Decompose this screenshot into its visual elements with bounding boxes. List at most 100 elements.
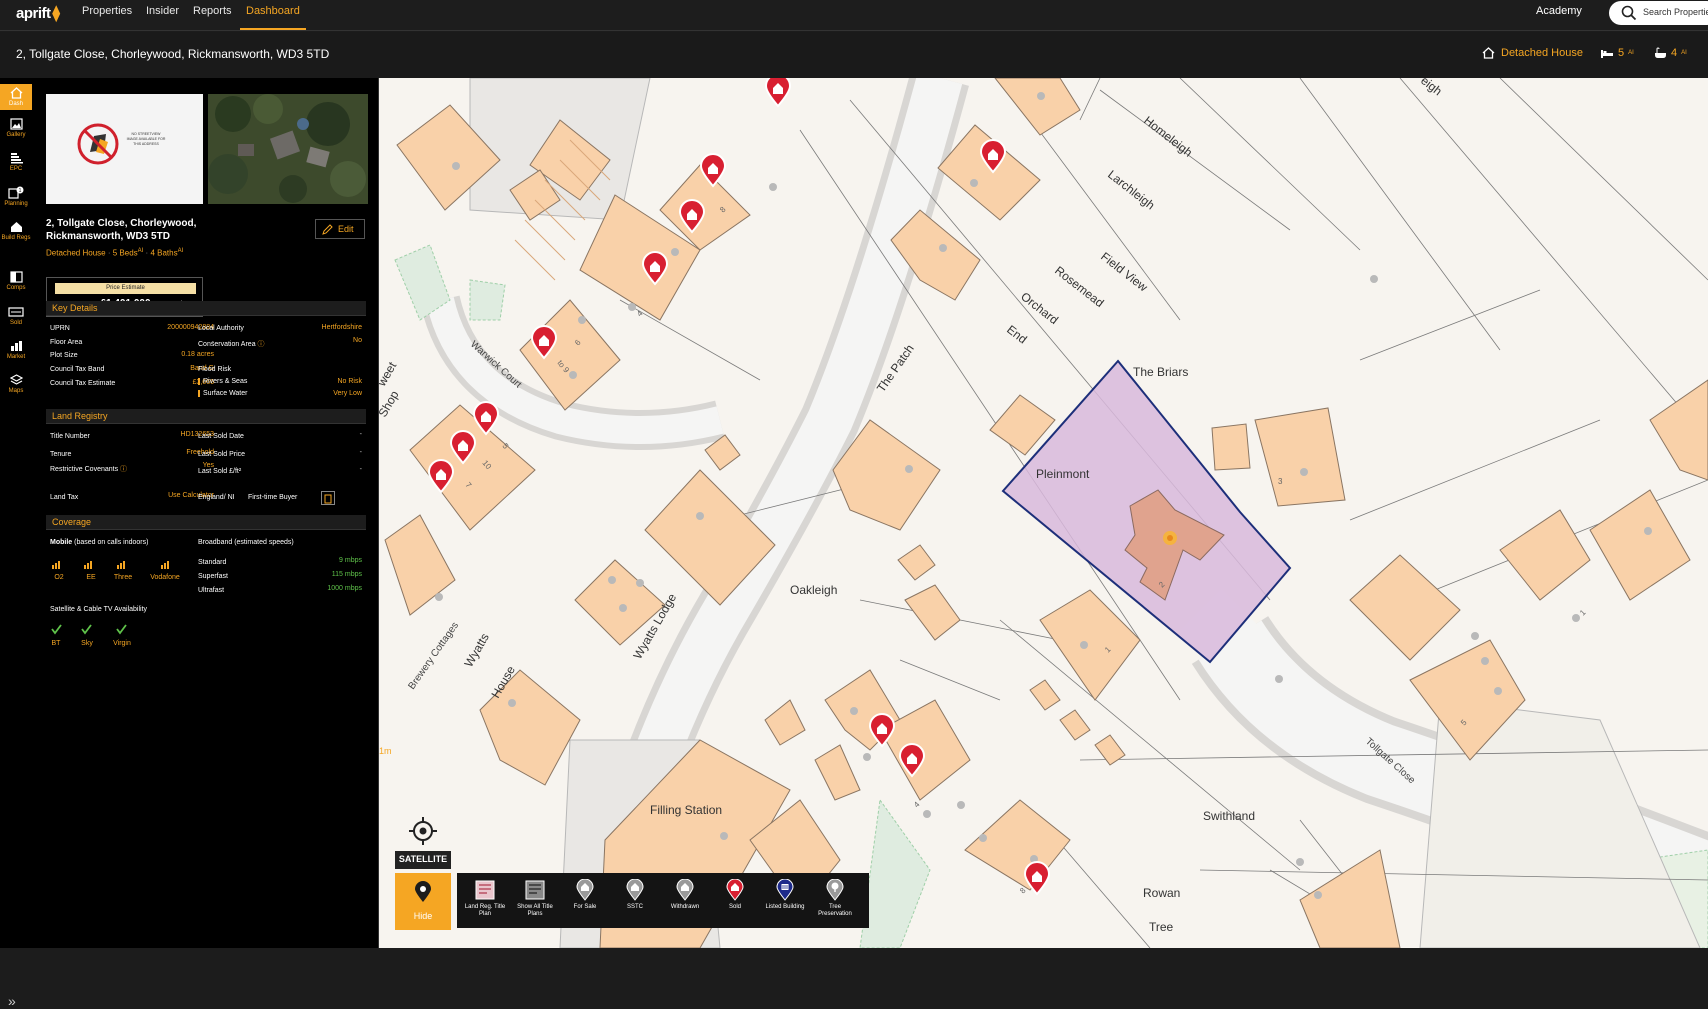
- network-ee: EE: [86, 574, 96, 581]
- planning-icon: 1: [8, 186, 24, 199]
- restrictive-covenants-label: Restrictive Covenants ⓘ: [50, 466, 128, 473]
- hide-layers-button[interactable]: Hide: [395, 873, 451, 930]
- signal-icon-vodafone: [161, 561, 169, 569]
- satellite-toggle-button[interactable]: SATELLITE: [395, 851, 451, 869]
- layer-sstc[interactable]: SSTC: [613, 879, 657, 911]
- property-title: 2, Tollgate Close, Chorleywood, Rickmans…: [46, 218, 197, 242]
- check-icon-bt: [51, 624, 62, 635]
- broadband-ultrafast-value: 1000 mbps: [327, 585, 362, 592]
- layer-tree-preservation[interactable]: Tree Preservation: [813, 879, 857, 918]
- nav-dashboard[interactable]: Dashboard: [246, 5, 300, 17]
- layer-land-reg-title-plan[interactable]: Land Reg. Title Plan: [463, 879, 507, 918]
- sidebar-item-epc[interactable]: EPC: [0, 152, 32, 172]
- check-icon-sky: [81, 624, 92, 635]
- beds-badge: 5 AI: [1600, 47, 1634, 59]
- sidebar-item-dash[interactable]: Dash: [0, 84, 32, 110]
- withdrawn-pin-icon: [676, 879, 694, 901]
- placeholder-text: NO STREETVIEW IMAGE AVAILABLE FOR THIS A…: [126, 132, 166, 146]
- layers-icon: [9, 374, 23, 385]
- broadband-superfast-label: Superfast: [198, 573, 228, 580]
- icon-sidebar: Dash Gallery EPC 1 Planning Build Regs C…: [0, 78, 32, 1009]
- layer-show-all-title-plans[interactable]: Show All Title Plans: [513, 879, 557, 918]
- last-sold-price-label: Last Sold Price: [198, 451, 246, 458]
- uprn-label: UPRN: [50, 325, 70, 332]
- label-swithland: Swithland: [1203, 809, 1255, 823]
- scale-label: 1m: [379, 746, 392, 756]
- plot-size-label: Plot Size: [50, 352, 78, 359]
- council-tax-band-label: Council Tax Band: [50, 366, 105, 373]
- calculator-icon: [324, 494, 332, 504]
- house-icon: [1482, 47, 1495, 59]
- search-placeholder: Search Properties: [1643, 7, 1708, 17]
- nav-active-underline: [240, 28, 306, 30]
- tv-checks: [51, 624, 127, 635]
- edit-button[interactable]: Edit: [315, 219, 365, 239]
- no-streetview-icon: [77, 123, 119, 165]
- layer-toolbar: Land Reg. Title Plan Show All Title Plan…: [457, 873, 869, 928]
- first-time-buyer-checkbox[interactable]: [321, 491, 335, 505]
- sold-icon: [8, 307, 24, 317]
- signal-icon-three: [117, 561, 125, 569]
- nav-insider[interactable]: Insider: [146, 5, 179, 17]
- tree-pin-icon: [826, 879, 844, 901]
- expand-sidebar-icon[interactable]: »: [8, 993, 16, 1009]
- last-sold-per-sqft-label: Last Sold £/ft²: [198, 468, 242, 475]
- last-sold-date-label: Last Sold Date: [198, 433, 244, 440]
- sidebar-item-maps[interactable]: Maps: [0, 374, 32, 394]
- rivers-seas-value: No Risk: [337, 378, 362, 385]
- map-pin-icon: [415, 881, 431, 902]
- layer-withdrawn[interactable]: Withdrawn: [663, 879, 707, 911]
- sidebar-item-comps[interactable]: Comps: [0, 271, 32, 291]
- key-details-heading: Key Details: [46, 301, 366, 316]
- satellite-image: [208, 94, 368, 204]
- network-three: Three: [113, 574, 133, 581]
- search-input[interactable]: Search Properties: [1609, 1, 1708, 25]
- satellite-thumbnail[interactable]: [208, 94, 368, 204]
- network-o2: O2: [54, 574, 64, 581]
- local-authority-value: Hertfordshire: [321, 324, 362, 331]
- layer-sold[interactable]: Sold: [713, 879, 757, 911]
- layer-for-sale[interactable]: For Sale: [563, 879, 607, 911]
- academy-link[interactable]: Academy: [1536, 5, 1582, 17]
- sstc-pin-icon: [626, 879, 644, 901]
- sidebar-item-market[interactable]: Market: [0, 340, 32, 360]
- search-icon: [1621, 5, 1637, 21]
- home-icon: [10, 87, 22, 99]
- label-rowan: Rowan: [1143, 886, 1180, 900]
- nav-properties[interactable]: Properties: [82, 5, 132, 17]
- all-title-plans-icon: [525, 880, 545, 900]
- tv-bt: BT: [51, 640, 61, 647]
- tv-availability-label: Satellite & Cable TV Availability: [50, 606, 148, 613]
- address-bar: 2, Tollgate Close, Chorleywood, Rickmans…: [0, 32, 1708, 78]
- nav-reports[interactable]: Reports: [193, 5, 232, 17]
- streetview-placeholder[interactable]: NO STREETVIEW IMAGE AVAILABLE FOR THIS A…: [46, 94, 203, 204]
- map-canvas[interactable]: The Briars Pleinmont Oakleigh Filling St…: [379, 78, 1708, 948]
- logo[interactable]: aprift ⧫: [16, 4, 60, 22]
- land-tax-label: Land Tax: [50, 494, 79, 501]
- signal-icon-ee: [84, 561, 92, 569]
- signal-icon-o2: [52, 561, 60, 569]
- layer-listed-building[interactable]: Listed Building: [763, 879, 807, 911]
- sidebar-item-gallery[interactable]: Gallery: [0, 118, 32, 138]
- bath-icon: [1655, 47, 1666, 58]
- map-view[interactable]: The Briars Pleinmont Oakleigh Filling St…: [379, 78, 1708, 948]
- sidebar-item-build-regs[interactable]: Build Regs: [0, 221, 32, 242]
- address-title: 2, Tollgate Close, Chorleywood, Rickmans…: [16, 47, 330, 61]
- info-icon: ⓘ: [257, 341, 265, 348]
- tv-sky: Sky: [81, 640, 93, 647]
- conservation-area-value: No: [353, 337, 362, 344]
- floor-area-label: Floor Area: [50, 339, 83, 346]
- first-time-buyer-label: First-time Buyer: [248, 494, 298, 501]
- broadband-label: Broadband (estimated speeds): [198, 539, 294, 546]
- mobile-label: Mobile (based on calls indoors): [50, 539, 149, 546]
- sidebar-item-sold[interactable]: Sold: [0, 306, 32, 326]
- label-pleinmont: Pleinmont: [1036, 467, 1090, 481]
- flood-risk-label: Flood Risk: [198, 366, 232, 373]
- epc-icon: [10, 153, 23, 164]
- surface-water-label: Surface Water: [198, 390, 247, 397]
- sidebar-item-planning[interactable]: 1 Planning: [0, 186, 32, 207]
- locate-icon[interactable]: [408, 816, 438, 846]
- top-nav: aprift ⧫ Properties Insider Reports Dashb…: [0, 0, 1708, 31]
- land-tax-region[interactable]: England/ NI: [198, 494, 235, 501]
- broadband-ultrafast-label: Ultrafast: [198, 587, 225, 594]
